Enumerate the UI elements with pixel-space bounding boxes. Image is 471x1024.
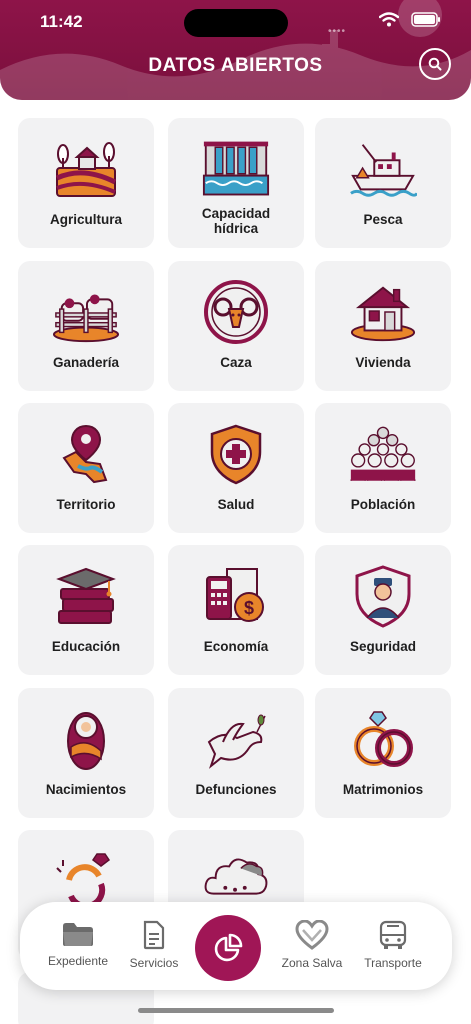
status-time: 11:42 [40, 12, 83, 31]
tile-vivienda[interactable]: Vivienda [315, 261, 451, 391]
tile-label: Defunciones [195, 782, 277, 797]
nav-label: Servicios [129, 956, 179, 970]
tile-defunciones[interactable]: Defunciones [168, 688, 304, 818]
nav-label: Expediente [47, 954, 109, 968]
tile-educacion[interactable]: Educación [18, 545, 154, 675]
dam-icon [202, 136, 270, 202]
nav-datos-abiertos[interactable] [195, 915, 261, 981]
tile-seguridad[interactable]: Seguridad [315, 545, 451, 675]
search-icon [428, 57, 442, 71]
nav-zona-salva[interactable]: Zona Salva [272, 920, 352, 970]
tile-label: Ganadería [52, 355, 120, 370]
tile-economia[interactable]: $ Economía [168, 545, 304, 675]
dynamic-island [184, 9, 288, 37]
tile-nacimientos[interactable]: Nacimientos [18, 688, 154, 818]
tile-label: Pesca [363, 212, 403, 227]
house-icon [349, 279, 417, 345]
tile-agricultura[interactable]: Agricultura [18, 118, 154, 248]
wifi-icon [379, 12, 399, 27]
ram-icon [202, 279, 270, 345]
tile-label: Salud [217, 497, 255, 512]
tile-label: Nacimientos [45, 782, 127, 797]
dove-icon [202, 706, 270, 772]
tile-label: Territorio [56, 497, 116, 512]
signal-dots: •••• [328, 26, 347, 37]
tile-ganaderia[interactable]: Ganadería [18, 261, 154, 391]
bottom-nav: Expediente Servicios Zona Salva Transpor… [20, 902, 452, 990]
nav-label: Transporte [364, 956, 422, 970]
search-button[interactable] [419, 48, 451, 80]
tile-label: Caza [220, 355, 252, 370]
wedding-rings-icon [349, 706, 417, 772]
population-icon [349, 421, 417, 487]
tile-capacidad-hidrica[interactable]: Capacidad hídrica [168, 118, 304, 248]
tile-caza[interactable]: Caza [168, 261, 304, 391]
health-shield-icon [202, 421, 270, 487]
tile-label: Población [350, 497, 416, 512]
nav-servicios[interactable]: Servicios [114, 920, 194, 970]
tile-label: Matrimonios [342, 782, 424, 797]
graduation-books-icon [52, 563, 120, 629]
document-icon [143, 920, 165, 950]
tile-label: Capacidad hídrica [201, 206, 271, 236]
economy-icon: $ [202, 563, 270, 629]
tile-salud[interactable]: Salud [168, 403, 304, 533]
tile-matrimonios[interactable]: Matrimonios [315, 688, 451, 818]
nav-label: Zona Salva [281, 956, 343, 970]
nav-transporte[interactable]: Transporte [353, 920, 433, 970]
status-icons [379, 12, 441, 27]
app-header: 11:42 •••• DATOS ABIERTOS [0, 0, 471, 100]
page-title: DATOS ABIERTOS [148, 55, 323, 76]
baby-icon [52, 706, 120, 772]
tile-pesca[interactable]: Pesca [315, 118, 451, 248]
svg-text:$: $ [244, 598, 254, 618]
agriculture-icon [52, 136, 120, 202]
tile-label: Educación [51, 639, 121, 654]
bus-icon [379, 920, 407, 949]
map-pin-icon [52, 421, 120, 487]
tile-label: Economía [203, 639, 269, 654]
tile-poblacion[interactable]: Población [315, 403, 451, 533]
home-indicator[interactable] [138, 1008, 334, 1013]
tile-label: Vivienda [355, 355, 411, 370]
tile-label: Seguridad [349, 639, 416, 654]
folder-icon [63, 923, 93, 946]
livestock-icon [52, 279, 120, 345]
nav-expediente[interactable]: Expediente [38, 920, 118, 968]
heart-icon [295, 920, 329, 950]
battery-icon [411, 12, 440, 27]
pie-chart-icon [214, 933, 243, 962]
tile-label: Agricultura [49, 212, 122, 227]
fishing-boat-icon [349, 136, 417, 202]
police-shield-icon [349, 563, 417, 629]
tile-territorio[interactable]: Territorio [18, 403, 154, 533]
